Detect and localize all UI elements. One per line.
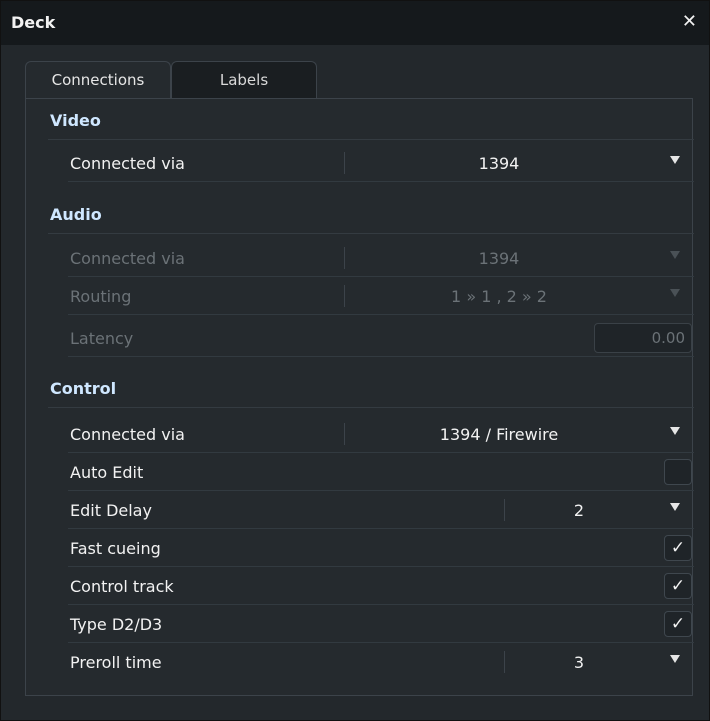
deck-window: Deck ✕ Connections Labels Video Connecte… — [0, 0, 710, 721]
chevron-down-icon — [670, 289, 680, 297]
control-connected-via-value[interactable]: 1394 / Firewire — [344, 425, 654, 444]
latency-field: 0.00 — [594, 323, 692, 353]
preroll-time-row[interactable]: Preroll time 3 — [68, 643, 694, 681]
section-divider — [48, 139, 694, 140]
chevron-down-icon[interactable] — [670, 427, 680, 435]
preroll-time-label: Preroll time — [70, 653, 162, 672]
edit-delay-row[interactable]: Edit Delay 2 — [68, 491, 694, 529]
type-d2d3-row[interactable]: Type D2/D3 ✓ — [68, 605, 694, 643]
section-divider — [48, 407, 694, 408]
row-divider — [68, 356, 694, 357]
edit-delay-value[interactable]: 2 — [504, 501, 654, 520]
fast-cueing-checkbox[interactable]: ✓ — [664, 535, 692, 561]
audio-routing-value: 1 » 1 , 2 » 2 — [451, 287, 547, 306]
control-connected-via-row[interactable]: Connected via 1394 / Firewire — [68, 415, 694, 453]
connections-panel: Video Connected via 1394 Audio Connected… — [25, 98, 694, 696]
audio-routing-row: Routing 1 » 1 , 2 » 2 — [68, 277, 694, 315]
video-connected-via-row[interactable]: Connected via 1394 — [68, 144, 694, 182]
chevron-down-icon[interactable] — [670, 503, 680, 511]
section-title-video: Video — [50, 111, 101, 130]
video-connected-via-value[interactable]: 1394 — [344, 154, 654, 173]
control-track-row[interactable]: Control track ✓ — [68, 567, 694, 605]
window-title: Deck — [11, 13, 56, 32]
audio-connected-via-value: 1394 — [478, 249, 520, 268]
row-divider — [68, 314, 694, 315]
audio-connected-via-row: Connected via 1394 — [68, 239, 694, 277]
auto-edit-row[interactable]: Auto Edit — [68, 453, 694, 491]
auto-edit-label: Auto Edit — [70, 463, 144, 482]
audio-latency-label: Latency — [70, 329, 134, 348]
check-icon: ✓ — [670, 576, 686, 596]
type-d2d3-checkbox[interactable]: ✓ — [664, 611, 692, 637]
video-connected-via-label: Connected via — [70, 154, 185, 173]
row-divider — [68, 181, 694, 182]
audio-routing-label: Routing — [70, 287, 132, 306]
title-bar[interactable]: Deck ✕ — [1, 1, 709, 45]
preroll-time-value[interactable]: 3 — [504, 653, 654, 672]
check-icon: ✓ — [670, 538, 686, 558]
close-icon[interactable]: ✕ — [682, 11, 697, 32]
control-connected-via-label: Connected via — [70, 425, 185, 444]
tab-connections[interactable]: Connections — [25, 61, 171, 99]
section-title-control: Control — [50, 379, 117, 398]
chevron-down-icon — [670, 251, 680, 259]
fast-cueing-label: Fast cueing — [70, 539, 161, 558]
chevron-down-icon[interactable] — [670, 655, 680, 663]
fast-cueing-row[interactable]: Fast cueing ✓ — [68, 529, 694, 567]
control-track-label: Control track — [70, 577, 174, 596]
auto-edit-checkbox[interactable] — [664, 459, 692, 485]
control-track-checkbox[interactable]: ✓ — [664, 573, 692, 599]
type-d2d3-label: Type D2/D3 — [70, 615, 163, 634]
chevron-down-icon[interactable] — [670, 156, 680, 164]
section-title-audio: Audio — [50, 205, 102, 224]
edit-delay-label: Edit Delay — [70, 501, 152, 520]
section-divider — [48, 233, 694, 234]
audio-connected-via-label: Connected via — [70, 249, 185, 268]
audio-latency-row: Latency 0.00 — [68, 319, 694, 357]
tab-labels[interactable]: Labels — [171, 61, 317, 99]
check-icon: ✓ — [670, 614, 686, 634]
